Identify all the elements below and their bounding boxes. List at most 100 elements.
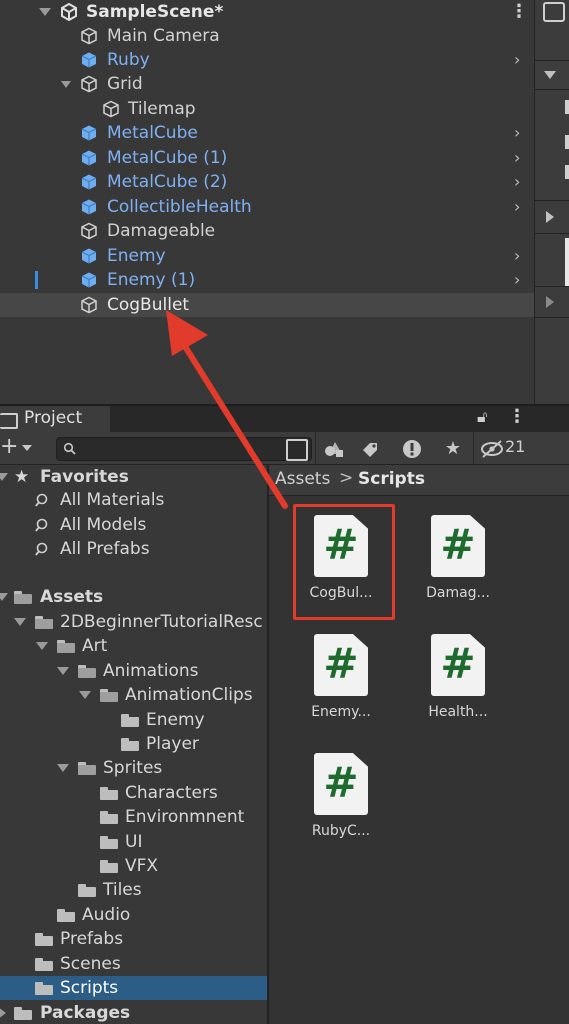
chevron-right-icon[interactable]: › xyxy=(514,48,520,72)
expand-arrow-icon[interactable] xyxy=(0,1007,6,1019)
gameobject-icon xyxy=(81,27,97,45)
folder-scripts[interactable]: Scripts xyxy=(0,976,267,1000)
folder-sprites[interactable]: Sprites xyxy=(0,756,267,780)
create-plus-icon[interactable]: + xyxy=(0,434,18,460)
chevron-right-icon[interactable]: › xyxy=(514,146,520,170)
folder-icon xyxy=(100,811,118,824)
folder-player[interactable]: Player xyxy=(0,732,267,756)
chevron-right-icon[interactable]: › xyxy=(514,244,520,268)
collapse-arrow-icon[interactable] xyxy=(0,473,8,481)
lock-icon[interactable]: 🔓︎ xyxy=(477,407,487,427)
hierarchy-item-label: Main Camera xyxy=(107,26,220,46)
collapse-arrow-icon[interactable] xyxy=(14,618,26,626)
folder-animations[interactable]: Animations xyxy=(0,659,267,683)
folder-open-icon xyxy=(78,665,96,678)
prefab-icon xyxy=(81,174,97,190)
folder-art[interactable]: Art xyxy=(0,634,267,658)
hierarchy-item-metalcube-2[interactable]: MetalCube (2) › xyxy=(0,170,534,194)
hidden-packages-icon[interactable] xyxy=(479,438,505,460)
gameobject-icon xyxy=(81,296,97,314)
folder-packages[interactable]: Packages xyxy=(0,1001,267,1024)
hierarchy-item-enemy[interactable]: Enemy › xyxy=(0,244,534,268)
hierarchy-item-main-camera[interactable]: Main Camera xyxy=(0,24,534,48)
tab-project[interactable]: Project xyxy=(0,406,110,432)
filter-by-type-icon[interactable] xyxy=(321,438,347,460)
collapse-arrow-icon[interactable] xyxy=(57,667,69,675)
favorite-all-models[interactable]: All Models xyxy=(0,513,267,537)
filter-by-label-icon[interactable] xyxy=(357,438,383,460)
folder-ui[interactable]: UI xyxy=(0,830,267,854)
asset-enemy-script[interactable]: # Enemy... xyxy=(289,624,399,736)
folder-icon xyxy=(35,933,53,946)
hierarchy-item-label: MetalCube xyxy=(107,123,198,143)
hierarchy-item-collectiblehealth[interactable]: CollectibleHealth › xyxy=(0,195,534,219)
favorite-all-materials[interactable]: All Materials xyxy=(0,488,267,512)
collapse-arrow-icon[interactable] xyxy=(57,764,69,772)
folder-label: Sprites xyxy=(103,758,163,778)
folder-open-icon xyxy=(35,616,53,629)
asset-rubycontroller-script[interactable]: # RubyC... xyxy=(289,743,399,855)
chevron-right-icon[interactable]: › xyxy=(514,268,520,292)
collapse-arrow-icon[interactable] xyxy=(36,642,48,650)
collapse-arrow-icon[interactable] xyxy=(0,593,8,601)
favorite-all-prefabs[interactable]: All Prefabs xyxy=(0,537,267,561)
truncated-text xyxy=(565,135,569,149)
folder-audio[interactable]: Audio xyxy=(0,903,267,927)
asset-health-script[interactable]: # Health... xyxy=(406,624,516,736)
folder-scenes[interactable]: Scenes xyxy=(0,952,267,976)
collapse-arrow-icon[interactable] xyxy=(39,8,51,16)
folder-tab-icon xyxy=(0,413,18,429)
chevron-right-icon[interactable]: › xyxy=(514,121,520,145)
folder-label: Enemy xyxy=(146,710,205,730)
favorites-star-icon[interactable]: ★ xyxy=(440,438,466,460)
asset-label: Health... xyxy=(428,704,488,720)
chevron-right-icon[interactable]: › xyxy=(514,170,520,194)
favorites-header[interactable]: ★ Favorites xyxy=(0,465,267,489)
folder-prefabs[interactable]: Prefabs xyxy=(0,927,267,951)
prefab-icon xyxy=(81,52,97,68)
hierarchy-item-label: Tilemap xyxy=(128,99,196,119)
more-menu-icon[interactable]: ⋮ xyxy=(508,406,526,427)
folder-enemy[interactable]: Enemy xyxy=(0,708,267,732)
collapse-arrow-icon[interactable] xyxy=(79,691,91,699)
hierarchy-item-damageable[interactable]: Damageable xyxy=(0,219,534,243)
expand-arrow-icon[interactable] xyxy=(546,296,554,308)
hierarchy-item-cogbullet[interactable]: CogBullet xyxy=(0,293,534,317)
warning-filter-icon[interactable] xyxy=(399,438,425,460)
folder-characters[interactable]: Characters xyxy=(0,781,267,805)
hierarchy-item-tilemap[interactable]: Tilemap xyxy=(0,97,534,121)
folder-2dbeginnertutorialresources[interactable]: 2DBeginnerTutorialResc xyxy=(0,610,267,634)
folder-assets[interactable]: Assets xyxy=(0,585,267,609)
asset-damageable-script[interactable]: # Damag... xyxy=(406,505,516,617)
hierarchy-item-ruby[interactable]: Ruby › xyxy=(0,48,534,72)
hierarchy-item-metalcube-1[interactable]: MetalCube (1) › xyxy=(0,146,534,170)
override-marker xyxy=(35,271,38,289)
hierarchy-item-grid[interactable]: Grid xyxy=(0,72,534,96)
folder-label: Tiles xyxy=(103,880,142,900)
expand-arrow-icon[interactable] xyxy=(546,211,554,223)
breadcrumb-scripts[interactable]: Scripts xyxy=(358,469,425,489)
component-header[interactable] xyxy=(535,200,569,234)
component-header[interactable] xyxy=(535,60,569,90)
collapse-arrow-icon[interactable] xyxy=(544,71,556,79)
scene-name: SampleScene* xyxy=(86,2,224,22)
create-dropdown-icon[interactable] xyxy=(22,445,32,451)
search-icon xyxy=(35,493,48,507)
folder-environment[interactable]: Environmnent xyxy=(0,805,267,829)
hierarchy-item-metalcube[interactable]: MetalCube › xyxy=(0,121,534,145)
folder-tiles[interactable]: Tiles xyxy=(0,878,267,902)
search-input[interactable] xyxy=(56,437,312,461)
search-scope-icon[interactable] xyxy=(286,439,308,461)
collapse-arrow-icon[interactable] xyxy=(61,81,71,88)
breadcrumb-assets[interactable]: Assets xyxy=(275,469,330,489)
component-header[interactable] xyxy=(535,286,569,318)
folder-icon xyxy=(35,982,53,995)
scene-row[interactable]: SampleScene* ⋮ xyxy=(0,0,534,24)
hierarchy-item-label: Grid xyxy=(107,74,143,94)
chevron-right-icon[interactable]: › xyxy=(514,195,520,219)
more-menu-icon[interactable]: ⋮ xyxy=(510,0,528,24)
folder-animationclips[interactable]: AnimationClips xyxy=(0,683,267,707)
hierarchy-item-enemy-1[interactable]: Enemy (1) › xyxy=(0,268,534,292)
folder-vfx[interactable]: VFX xyxy=(0,854,267,878)
annotation-highlight-box xyxy=(293,504,395,620)
